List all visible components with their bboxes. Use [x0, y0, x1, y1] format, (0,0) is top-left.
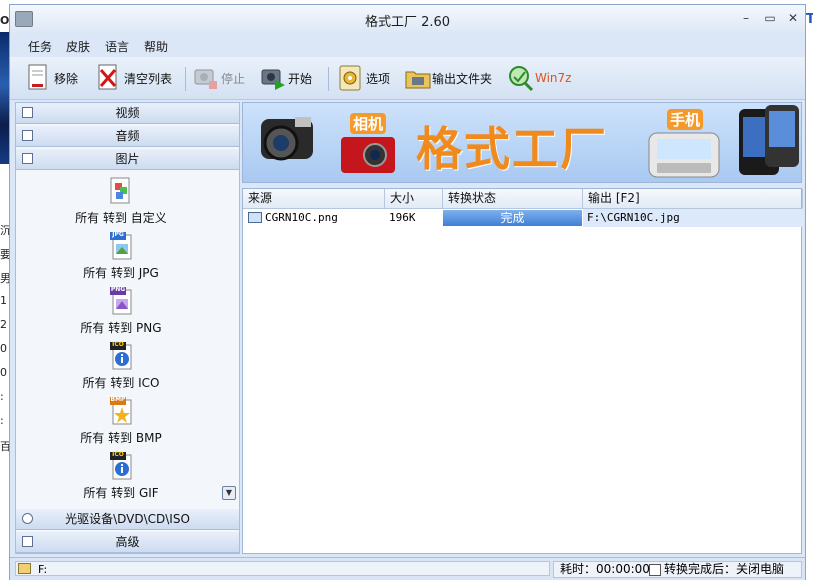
bg-text: T: [806, 12, 813, 27]
jpg-file-icon: JPG: [110, 231, 132, 260]
shutdown-checkbox[interactable]: [649, 564, 661, 576]
disc-icon: [22, 513, 33, 524]
category-advanced[interactable]: 高级: [16, 532, 239, 553]
phones-image: [648, 105, 799, 178]
stop-icon: [193, 64, 217, 92]
column-source[interactable]: 来源: [243, 189, 385, 208]
shutdown-label: 转换完成后：关闭电脑: [664, 562, 785, 576]
status-right: 耗时：00:00:00 转换完成后：关闭电脑: [553, 561, 802, 578]
format-item-ico[interactable]: ICO 所有 转到 ICO: [16, 341, 226, 391]
stop-button[interactable]: 停止: [193, 63, 245, 93]
bg-text: 0: [0, 366, 7, 379]
advanced-icon: [22, 536, 33, 547]
column-size[interactable]: 大小: [385, 189, 443, 208]
jpg-badge: JPG: [112, 231, 124, 238]
remove-button[interactable]: 移除: [26, 63, 78, 93]
output-folder-button[interactable]: 输出文件夹: [404, 63, 492, 93]
minimize-button[interactable]: –: [739, 11, 753, 25]
menu-task[interactable]: 任务: [28, 38, 52, 55]
bmp-badge: BMP: [110, 396, 126, 403]
background-window: Or 沉 要 男 1 2 0 0 : : 百: [0, 0, 15, 587]
bg-text: 2: [0, 318, 7, 331]
task-list-header: 来源 大小 转换状态 输出 [F2]: [243, 189, 803, 209]
image-file-icon: [248, 212, 262, 223]
title-bar[interactable]: 格式工厂 2.60 – ▭ ✕: [10, 5, 805, 33]
audio-icon: [22, 130, 33, 141]
window-title: 格式工厂 2.60: [364, 15, 451, 30]
bg-text: 0: [0, 342, 7, 355]
task-progress: 完成: [443, 210, 582, 226]
toolbar-separator: [328, 67, 329, 91]
menu-help[interactable]: 帮助: [144, 38, 168, 55]
gif-file-icon: ICO: [110, 451, 132, 480]
task-list: 来源 大小 转换状态 输出 [F2] CGRN10C.png 196K 完成 F…: [242, 188, 803, 554]
options-button[interactable]: 选项: [338, 63, 390, 93]
custom-format-icon: [110, 177, 132, 205]
picture-icon: [22, 153, 33, 164]
gear-icon: [338, 64, 362, 92]
ico-file-icon: ICO: [110, 341, 132, 370]
ico-badge: ICO: [112, 341, 124, 348]
bmp-file-icon: BMP: [110, 396, 132, 425]
menu-language[interactable]: 语言: [105, 38, 129, 55]
png-badge: PNG: [110, 286, 126, 293]
task-row[interactable]: CGRN10C.png 196K 完成 F:\CGRN10C.jpg: [243, 209, 803, 227]
format-item-gif[interactable]: ICO 所有 转到 GIF: [16, 451, 226, 501]
picture-format-list: 所有 转到 自定义 JPG 所有 转到 JPG PNG 所有 转到 PNG IC…: [16, 171, 239, 505]
clear-list-icon: [96, 64, 120, 92]
task-output: F:\CGRN10C.jpg: [583, 209, 803, 227]
category-panel: 视频 音频 图片 所有 转到 自定义 JPG 所有 转到 JPG PNG 所有 …: [15, 102, 240, 554]
banner-title: 格式工厂: [416, 122, 608, 176]
drive-icon: [18, 563, 31, 574]
start-button[interactable]: 开始: [260, 63, 312, 93]
elapsed-time: 耗时：00:00:00: [560, 562, 650, 576]
video-icon: [22, 107, 33, 118]
camera-tag: 相机: [350, 113, 387, 134]
bg-text: 1: [0, 294, 7, 307]
format-item-png[interactable]: PNG 所有 转到 PNG: [16, 286, 226, 336]
start-icon: [260, 64, 285, 92]
format-item-bmp[interactable]: BMP 所有 转到 BMP: [16, 396, 226, 446]
document-remove-icon: [26, 64, 50, 92]
toolbar-separator: [185, 67, 186, 91]
folder-icon: [404, 64, 431, 92]
task-size: 196K: [389, 211, 416, 224]
format-item-jpg[interactable]: JPG 所有 转到 JPG: [16, 231, 226, 281]
clear-list-button[interactable]: 清空列表: [96, 63, 172, 93]
category-picture[interactable]: 图片: [16, 149, 239, 170]
win7z-button[interactable]: Win7z: [507, 63, 571, 93]
status-path: F:: [15, 561, 550, 576]
png-file-icon: PNG: [110, 286, 132, 315]
scroll-down-button[interactable]: ▼: [222, 486, 236, 500]
bg-text: :: [0, 390, 4, 403]
toolbar: 移除 清空列表 停止 开始 选项 输出文件夹 Win7z: [10, 57, 805, 100]
bg-text: :: [0, 414, 4, 427]
format-factory-window: 格式工厂 2.60 – ▭ ✕ 任务 皮肤 语言 帮助 移除 清空列表 停止 开…: [9, 4, 806, 580]
menu-bar: 任务 皮肤 语言 帮助: [10, 34, 805, 56]
category-video[interactable]: 视频: [16, 103, 239, 124]
column-status[interactable]: 转换状态: [443, 189, 583, 208]
maximize-button[interactable]: ▭: [763, 11, 777, 25]
category-disc[interactable]: 光驱设备\DVD\CD\ISO: [16, 509, 239, 530]
column-output[interactable]: 输出 [F2]: [583, 189, 803, 208]
format-item-custom[interactable]: 所有 转到 自定义: [16, 177, 226, 226]
app-banner: 相机 格式工厂 手机: [242, 102, 802, 183]
menu-skin[interactable]: 皮肤: [66, 38, 90, 55]
status-bar: F: 耗时：00:00:00 转换完成后：关闭电脑: [10, 557, 805, 580]
close-button[interactable]: ✕: [786, 11, 800, 25]
magnifier-icon: [507, 64, 534, 92]
background-image: [0, 32, 9, 164]
gif-badge: ICO: [112, 451, 124, 458]
category-audio[interactable]: 音频: [16, 126, 239, 147]
task-source: CGRN10C.png: [265, 211, 338, 224]
